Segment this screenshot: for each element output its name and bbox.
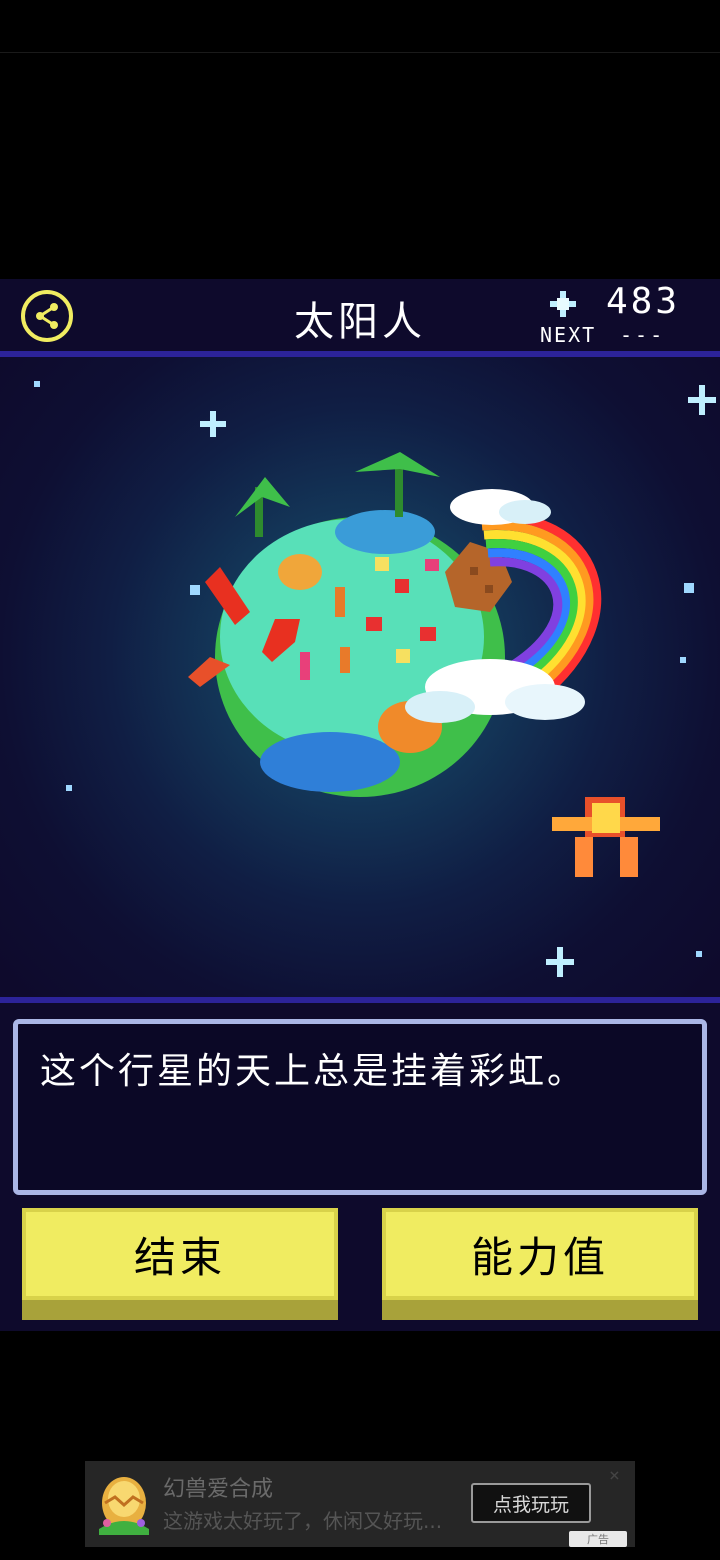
ad-banner[interactable]: 幻兽爱合成 这游戏太好玩了，休闲又好玩... 点我玩玩 × 广告 <box>85 1461 635 1547</box>
scene-divider <box>0 997 720 1003</box>
egg-app-icon <box>99 1477 149 1535</box>
end-button[interactable]: 结束 <box>22 1208 338 1320</box>
game-screen: 太阳人 483 NEXT --- 这个行星的天上总是挂着彩虹。 结束 能力值 <box>0 279 720 1331</box>
sparkle-icon <box>550 291 576 317</box>
ad-cta-button[interactable]: 点我玩玩 <box>471 1483 591 1523</box>
stats-button-label: 能力值 <box>382 1208 698 1300</box>
dialog-box: 这个行星的天上总是挂着彩虹。 <box>13 1019 707 1195</box>
next-label: NEXT <box>540 323 597 347</box>
ad-title: 幻兽爱合成 <box>163 1477 274 1502</box>
score-value: 483 <box>606 281 681 322</box>
header-bar: 太阳人 483 NEXT --- <box>0 279 720 351</box>
sun-person <box>552 797 660 877</box>
end-button-label: 结束 <box>22 1208 338 1300</box>
dialog-text: 这个行星的天上总是挂着彩虹。 <box>40 1051 587 1092</box>
planet-scene[interactable] <box>0 357 720 997</box>
status-bar-divider <box>0 52 720 53</box>
next-value: --- <box>620 323 666 347</box>
ad-badge: 广告 <box>569 1531 627 1547</box>
planet-illustration <box>34 381 716 977</box>
ad-close-icon[interactable]: × <box>609 1465 620 1486</box>
stats-button[interactable]: 能力值 <box>382 1208 698 1320</box>
ad-description: 这游戏太好玩了，休闲又好玩... <box>163 1509 443 1533</box>
